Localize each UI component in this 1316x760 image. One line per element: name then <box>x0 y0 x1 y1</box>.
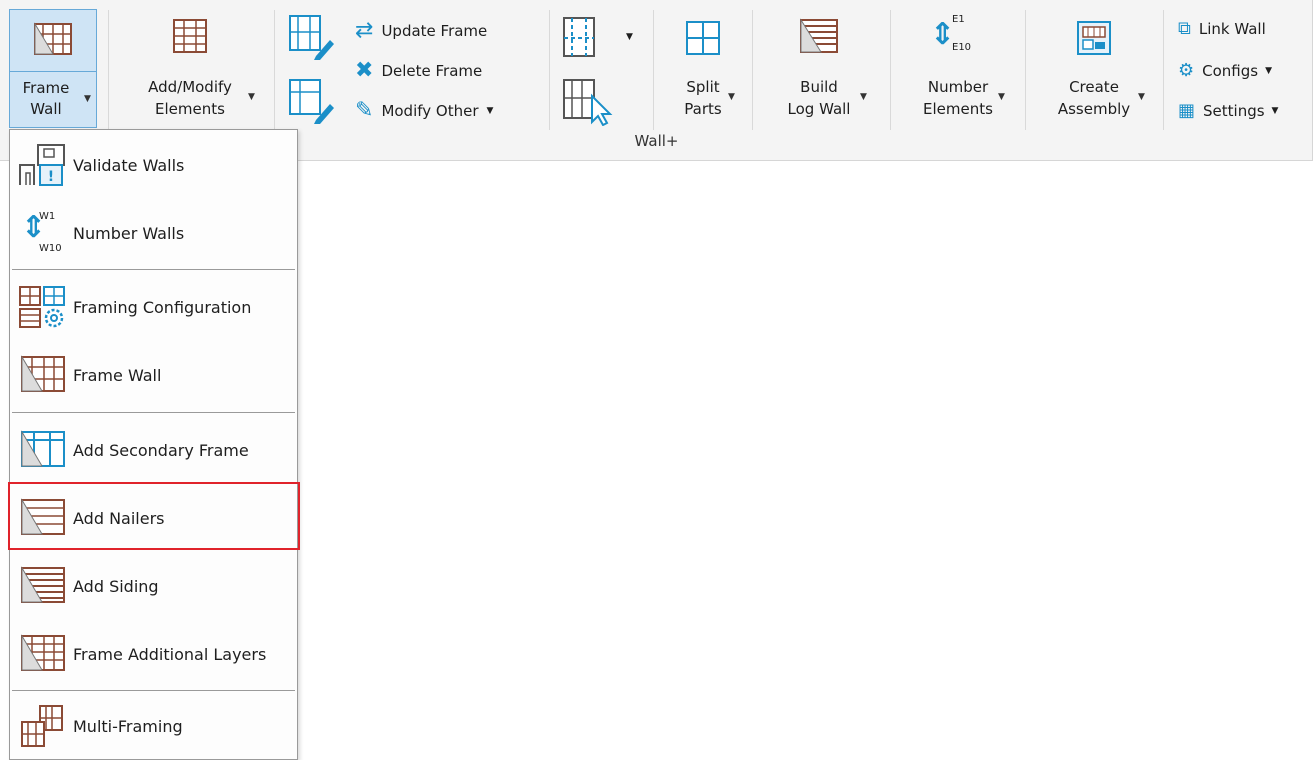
menu-item-validate-walls[interactable]: ! Validate Walls <box>11 132 296 198</box>
element-select-button[interactable]: ▼ <box>560 16 640 60</box>
element-select-icon <box>563 17 595 57</box>
delete-frame-button[interactable]: ✖ Delete Frame <box>355 56 482 86</box>
close-icon: ✖ <box>355 58 374 83</box>
frame-wall-button[interactable] <box>9 9 97 72</box>
multi-framing-icon <box>15 698 71 754</box>
chevron-down-icon: ▼ <box>860 92 867 102</box>
edit-frame-icon <box>289 15 334 60</box>
ribbon-separator <box>1025 10 1026 130</box>
link-wall-button[interactable]: ⧉ Link Wall <box>1178 14 1266 44</box>
menu-separator <box>12 269 295 270</box>
frame-wall-dropdown[interactable]: Frame Wall ▼ <box>9 71 97 128</box>
frame-additional-layers-icon <box>15 626 71 682</box>
chevron-down-icon: ▼ <box>626 32 633 42</box>
number-walls-tag-top: W1 <box>39 211 56 222</box>
build-log-wall-label-1: Build <box>800 78 838 96</box>
build-log-wall-icon <box>800 18 838 53</box>
link-icon: ⧉ <box>1178 18 1191 39</box>
add-siding-icon <box>15 558 71 614</box>
add-modify-elements-button[interactable]: Add/Modify Elements ▼ <box>115 8 265 128</box>
menu-item-label: Frame Wall <box>73 365 162 385</box>
menu-item-label: Framing Configuration <box>73 297 252 317</box>
number-elements-tag-top: E1 <box>952 14 965 25</box>
frame-wall-icon <box>34 22 72 55</box>
split-parts-icon <box>686 21 720 55</box>
gear-icon: ⚙ <box>1178 60 1195 81</box>
chevron-down-icon: ▼ <box>728 92 735 102</box>
menu-item-label: Number Walls <box>73 223 185 243</box>
ribbon-separator <box>549 10 550 130</box>
number-elements-button[interactable]: ⇕ E1 E10 Number Elements ▼ <box>902 8 1014 128</box>
settings-button[interactable]: ▦ Settings ▼ <box>1178 96 1278 126</box>
chevron-down-icon: ▼ <box>1265 66 1273 76</box>
menu-item-label: Add Siding <box>73 576 159 596</box>
menu-item-multi-framing[interactable]: Multi-Framing <box>11 693 296 759</box>
build-log-wall-label-2: Log Wall <box>787 100 851 118</box>
chevron-down-icon: ▼ <box>486 106 494 116</box>
link-wall-label: Link Wall <box>1198 20 1266 38</box>
modify-other-label: Modify Other <box>381 102 479 120</box>
number-walls-icon: ⇕ W1 W10 <box>15 205 71 261</box>
edit-frame-alt-icon <box>289 79 334 124</box>
configs-label: Configs <box>1202 62 1259 80</box>
create-assembly-label-2: Assembly <box>1057 100 1131 118</box>
menu-item-label: Validate Walls <box>73 155 185 175</box>
add-modify-label-1: Add/Modify <box>148 78 232 96</box>
edit-frame-button[interactable] <box>286 12 336 62</box>
ribbon-separator <box>274 10 275 130</box>
build-log-wall-button[interactable]: Build Log Wall ▼ <box>764 8 874 128</box>
element-pick-button[interactable] <box>560 76 620 127</box>
menu-item-label: Frame Additional Layers <box>73 644 267 664</box>
edit-frame-alt-button[interactable] <box>286 76 336 126</box>
create-assembly-label-1: Create <box>1069 78 1119 96</box>
add-modify-label-2: Elements <box>155 100 225 118</box>
settings-label: Settings <box>1203 102 1265 120</box>
settings-icon: ▦ <box>1178 100 1196 121</box>
framing-configuration-icon <box>15 279 71 335</box>
update-frame-button[interactable]: ⇄ Update Frame <box>355 16 487 46</box>
update-frame-label: Update Frame <box>381 22 488 40</box>
chevron-down-icon: ▼ <box>248 92 255 102</box>
add-modify-elements-icon <box>173 19 207 53</box>
number-elements-tag-bottom: E10 <box>952 42 972 53</box>
svg-text:!: ! <box>48 169 54 185</box>
add-secondary-frame-icon <box>15 422 71 478</box>
ribbon-separator <box>108 10 109 130</box>
ribbon-separator <box>1163 10 1164 130</box>
menu-item-framing-configuration[interactable]: Framing Configuration <box>11 274 296 340</box>
menu-separator <box>12 690 295 691</box>
menu-item-add-secondary-frame[interactable]: Add Secondary Frame <box>11 417 296 483</box>
pencil-icon: ✎ <box>355 98 374 123</box>
cursor-icon <box>563 79 613 127</box>
frame-wall-label-2: Wall <box>30 100 62 118</box>
frame-wall-icon <box>15 347 71 403</box>
ribbon-separator <box>653 10 654 130</box>
create-assembly-button[interactable]: Create Assembly ▼ <box>1034 8 1154 128</box>
validate-walls-icon: ! <box>15 137 71 193</box>
menu-item-number-walls[interactable]: ⇕ W1 W10 Number Walls <box>11 200 296 266</box>
create-assembly-icon <box>1077 21 1111 55</box>
refresh-icon: ⇄ <box>355 18 374 43</box>
number-elements-icon: ⇕ E1 E10 <box>930 14 990 64</box>
modify-other-button[interactable]: ✎ Modify Other ▼ <box>355 96 493 126</box>
menu-item-add-siding[interactable]: Add Siding <box>11 553 296 619</box>
delete-frame-label: Delete Frame <box>381 62 483 80</box>
configs-button[interactable]: ⚙ Configs ▼ <box>1178 56 1272 86</box>
menu-item-label: Multi-Framing <box>73 716 183 736</box>
frame-wall-label-1: Frame <box>22 79 70 97</box>
split-parts-button[interactable]: Split Parts ▼ <box>662 8 744 128</box>
menu-separator <box>12 412 295 413</box>
menu-item-frame-wall[interactable]: Frame Wall <box>11 342 296 408</box>
menu-item-label: Add Secondary Frame <box>73 440 249 460</box>
menu-item-frame-additional-layers[interactable]: Frame Additional Layers <box>11 621 296 687</box>
chevron-down-icon: ▼ <box>998 92 1005 102</box>
number-walls-tag-bottom: W10 <box>39 243 62 254</box>
ribbon-separator <box>752 10 753 130</box>
chevron-down-icon: ▼ <box>1271 106 1279 116</box>
chevron-down-icon: ▼ <box>84 94 91 104</box>
ribbon-separator <box>890 10 891 130</box>
chevron-down-icon: ▼ <box>1138 92 1145 102</box>
frame-wall-menu: ! Validate Walls ⇕ W1 W10 Number Walls F… <box>9 129 298 760</box>
highlight-box <box>8 482 300 550</box>
